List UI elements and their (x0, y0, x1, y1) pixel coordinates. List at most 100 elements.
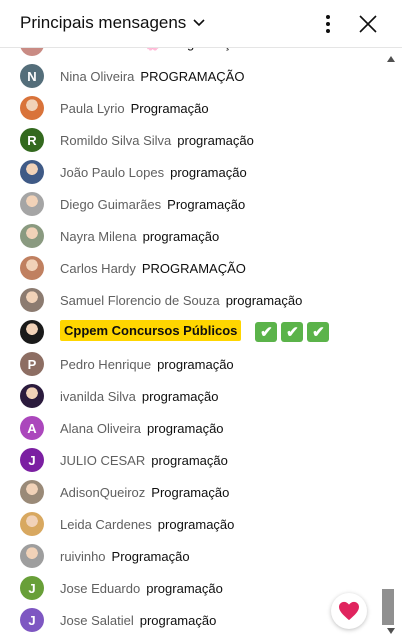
message-content: ruivinho Programação (60, 549, 190, 564)
scroll-up-arrow-icon[interactable] (387, 56, 395, 62)
author-name[interactable]: Pedro Henrique (60, 357, 151, 372)
avatar[interactable]: R (20, 128, 44, 152)
message-text: programação (170, 164, 247, 180)
author-name[interactable]: Jose Salatiel (60, 613, 134, 628)
author-name[interactable]: Cppem Concursos Públicos (60, 320, 242, 342)
message-text: programação (141, 388, 219, 404)
message-text: Programação (167, 196, 246, 212)
chat-message-item[interactable]: N Nina Oliveira PROGRAMAÇÃO (0, 60, 380, 92)
author-name[interactable]: ruivinho (60, 549, 106, 564)
message-content: João Paulo Lopes programação (60, 165, 247, 180)
message-text: PROGRAMAÇÃO (141, 260, 246, 276)
avatar-letter: N (27, 68, 37, 84)
author-name[interactable]: Joice Monteiro🌸 (60, 48, 161, 51)
top-messages-dropdown[interactable]: Principais mensagens (20, 13, 206, 33)
author-name[interactable]: Carlos Hardy (60, 261, 136, 276)
message-content: JULIO CESAR programação (60, 453, 228, 468)
avatar[interactable] (20, 192, 44, 216)
message-text: Programação (130, 100, 209, 116)
message-content: Diego Guimarães Programação (60, 197, 245, 212)
chat-message-item[interactable]: João Paulo Lopes programação (0, 156, 380, 188)
scrollbar-thumb[interactable] (382, 589, 394, 625)
chat-header: Principais mensagens (0, 0, 402, 48)
avatar[interactable]: J (20, 608, 44, 632)
chat-message-item[interactable]: P Pedro Henrique programação (0, 348, 380, 380)
avatar[interactable] (20, 544, 44, 568)
chat-message-item[interactable]: Nayra Milena programação (0, 220, 380, 252)
chat-message-item[interactable]: R Romildo Silva Silva programação (0, 124, 380, 156)
message-content: Romildo Silva Silva programação (60, 133, 254, 148)
message-content: AdisonQueiroz Programação (60, 485, 229, 500)
avatar[interactable] (20, 288, 44, 312)
scroll-down-arrow-icon[interactable] (387, 628, 395, 634)
avatar[interactable] (20, 384, 44, 408)
chevron-down-icon (193, 19, 205, 27)
avatar[interactable]: J (20, 448, 44, 472)
avatar-letter: P (27, 356, 37, 372)
author-name[interactable]: Nina Oliveira (60, 69, 134, 84)
chat-message-item[interactable]: A Alana Oliveira programação (0, 412, 380, 444)
chat-message-item[interactable]: Carlos Hardy PROGRAMAÇÃO (0, 252, 380, 284)
author-name[interactable]: Diego Guimarães (60, 197, 161, 212)
author-name[interactable]: Alana Oliveira (60, 421, 141, 436)
chat-message-item[interactable]: J JULIO CESAR programação (0, 444, 380, 476)
chat-message-item[interactable]: J Jose Salatiel programação (0, 604, 380, 636)
avatar[interactable] (20, 480, 44, 504)
avatar-letter: R (27, 132, 37, 148)
scrollbar[interactable] (380, 48, 402, 639)
author-name[interactable]: ivanilda Silva (60, 389, 136, 404)
chat-message-item[interactable]: Samuel Florencio de Souza programação (0, 284, 380, 316)
avatar[interactable] (20, 512, 44, 536)
message-content: Leida Cardenes programação (60, 517, 234, 532)
avatar[interactable] (20, 160, 44, 184)
heart-icon (339, 601, 359, 621)
message-text: programação (151, 452, 228, 468)
close-icon[interactable] (356, 12, 380, 36)
message-text: programação (157, 356, 234, 372)
checkmark-emoji-icon: ✔ (255, 322, 278, 342)
chat-message-item[interactable]: ruivinho Programação (0, 540, 380, 572)
avatar[interactable] (20, 224, 44, 248)
author-name[interactable]: Nayra Milena (60, 229, 137, 244)
chat-message-list[interactable]: Joice Monteiro🌸 Programação N Nina Oliveira… (0, 48, 380, 639)
message-content: Jose Salatiel programação (60, 613, 216, 628)
checkmark-emoji-icon: ✔ (281, 322, 304, 342)
author-name[interactable]: Romildo Silva Silva (60, 133, 171, 148)
avatar[interactable] (20, 256, 44, 280)
message-content: Samuel Florencio de Souza programação (60, 293, 302, 308)
author-name[interactable]: Samuel Florencio de Souza (60, 293, 220, 308)
message-content: ivanilda Silva programação (60, 389, 218, 404)
chat-message-item[interactable]: Cppem Concursos Públicos ✔ ✔ ✔ (0, 316, 380, 348)
message-text: programação (146, 420, 224, 436)
checkmark-emoji-icon: ✔ (307, 322, 330, 342)
avatar-letter: A (27, 420, 37, 436)
message-content: Carlos Hardy PROGRAMAÇÃO (60, 261, 246, 276)
message-content: Alana Oliveira programação (60, 421, 224, 436)
message-content: Pedro Henrique programação (60, 357, 234, 372)
avatar[interactable] (20, 48, 44, 56)
chat-message-item[interactable]: Joice Monteiro🌸 Programação (0, 48, 380, 60)
chat-message-item[interactable]: AdisonQueiroz Programação (0, 476, 380, 508)
avatar[interactable]: A (20, 416, 44, 440)
chat-message-item[interactable]: ivanilda Silva programação (0, 380, 380, 412)
chat-message-item[interactable]: J Jose Eduardo programação (0, 572, 380, 604)
author-name[interactable]: João Paulo Lopes (60, 165, 164, 180)
kebab-icon[interactable] (318, 12, 338, 36)
author-name[interactable]: AdisonQueiroz (60, 485, 145, 500)
avatar[interactable] (20, 96, 44, 120)
avatar[interactable]: J (20, 576, 44, 600)
chat-message-item[interactable]: Leida Cardenes programação (0, 508, 380, 540)
chat-mode-label: Principais mensagens (20, 13, 187, 32)
author-name[interactable]: JULIO CESAR (60, 453, 145, 468)
avatar[interactable]: N (20, 64, 44, 88)
author-name[interactable]: Leida Cardenes (60, 517, 152, 532)
author-name[interactable]: Paula Lyrio (60, 101, 125, 116)
chat-message-item[interactable]: Diego Guimarães Programação (0, 188, 380, 220)
message-content: Nina Oliveira PROGRAMAÇÃO (60, 69, 244, 84)
avatar[interactable] (20, 320, 44, 344)
avatar[interactable]: P (20, 352, 44, 376)
author-name[interactable]: Jose Eduardo (60, 581, 140, 596)
chat-message-item[interactable]: Paula Lyrio Programação (0, 92, 380, 124)
message-text: programação (177, 132, 254, 148)
heart-reaction-button[interactable] (331, 593, 367, 629)
